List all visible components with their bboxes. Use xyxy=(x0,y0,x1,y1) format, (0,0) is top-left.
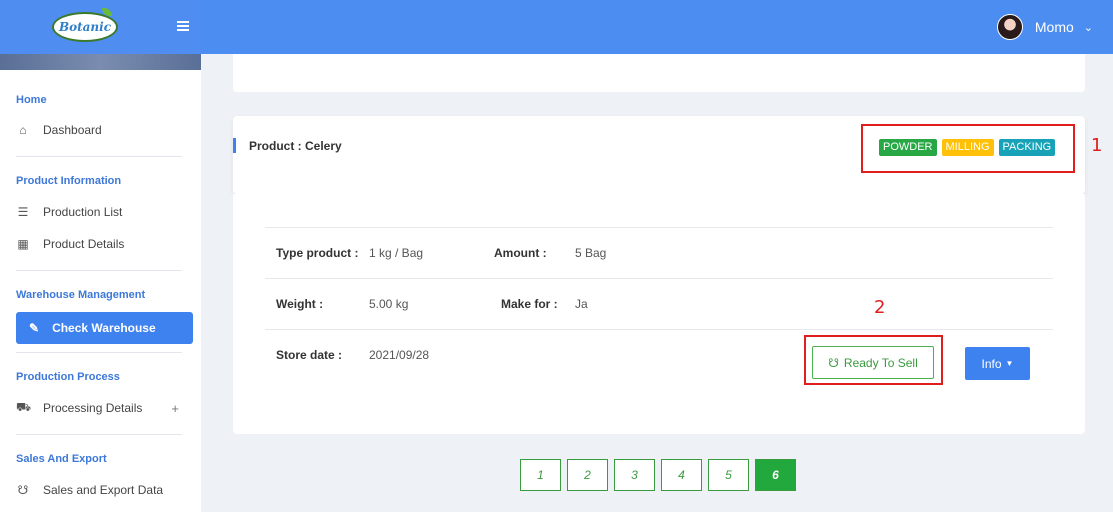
sidebar-item-product-details[interactable]: ▦ Product Details xyxy=(16,234,193,254)
section-title-sales-and-export: Sales And Export xyxy=(16,453,107,465)
home-icon: ⌂ xyxy=(19,123,27,137)
page-button-4[interactable]: 4 xyxy=(661,459,702,491)
divider xyxy=(16,156,182,157)
sidebar-item-label: Processing Details xyxy=(43,401,143,415)
row-divider xyxy=(265,329,1053,330)
expand-icon[interactable]: + xyxy=(171,401,179,416)
sidebar-item-sales-and-export-data[interactable]: ☋ Sales and Export Data xyxy=(16,480,193,500)
sidebar-item-check-warehouse[interactable]: ✎ Check Warehouse xyxy=(16,312,193,344)
section-title-home: Home xyxy=(16,94,47,106)
sidebar-banner xyxy=(0,54,201,70)
amount-label: Amount : xyxy=(494,246,547,260)
annotation-number-1: 1 xyxy=(1091,135,1103,156)
annotation-box-1 xyxy=(861,124,1075,173)
user-name: Momo xyxy=(1034,19,1074,35)
make-for-label: Make for : xyxy=(501,297,558,311)
weight-value: 5.00 kg xyxy=(369,297,409,311)
sidebar: Home ⌂ Dashboard Product Information ☰ P… xyxy=(0,54,201,512)
logo-text: Botanic xyxy=(58,20,112,34)
divider xyxy=(16,434,182,435)
row-divider xyxy=(265,227,1053,228)
grid-icon: ▦ xyxy=(17,237,29,251)
section-title-warehouse-management: Warehouse Management xyxy=(16,289,146,301)
type-product-value: 1 kg / Bag xyxy=(369,246,424,260)
product-details-card xyxy=(233,194,1085,434)
sidebar-item-label: Sales and Export Data xyxy=(43,483,164,497)
title-accent xyxy=(233,138,236,153)
leaf-icon xyxy=(102,8,112,16)
page-button-3[interactable]: 3 xyxy=(614,459,655,491)
list-icon: ☰ xyxy=(17,205,29,219)
make-for-value: Ja xyxy=(575,297,588,311)
previous-card xyxy=(233,54,1085,92)
hamburger-icon[interactable] xyxy=(177,21,189,31)
top-bar: Botanic Momo ⌄ xyxy=(0,0,1113,54)
store-date-label: Store date : xyxy=(276,348,343,362)
section-title-production-process: Production Process xyxy=(16,371,120,383)
divider xyxy=(16,352,182,353)
cart-icon: ☋ xyxy=(17,483,29,497)
sidebar-item-label: Dashboard xyxy=(43,123,102,137)
store-date-value: 2021/09/28 xyxy=(369,348,430,362)
page-button-1[interactable]: 1 xyxy=(520,459,561,491)
sidebar-item-production-list[interactable]: ☰ Production List xyxy=(16,202,193,222)
edit-icon: ✎ xyxy=(29,321,40,335)
amount-value: 5 Bag xyxy=(575,246,607,260)
sidebar-item-processing-details[interactable]: ⛟ Processing Details + xyxy=(16,398,193,418)
caret-down-icon: ▼ xyxy=(1005,359,1014,368)
weight-label: Weight : xyxy=(276,297,324,311)
info-label: Info xyxy=(981,356,1002,371)
pagination: 1 2 3 4 5 6 xyxy=(520,459,796,491)
row-divider xyxy=(265,278,1053,279)
page-button-6[interactable]: 6 xyxy=(755,459,796,491)
chevron-down-icon: ⌄ xyxy=(1083,21,1093,34)
annotation-number-2: 2 xyxy=(874,297,886,318)
brand-logo[interactable]: Botanic xyxy=(52,8,118,42)
sidebar-item-dashboard[interactable]: ⌂ Dashboard xyxy=(16,120,193,140)
divider xyxy=(16,270,182,271)
user-menu[interactable]: Momo ⌄ xyxy=(996,14,1093,40)
product-title: Product : Celery xyxy=(249,139,342,153)
info-dropdown-button[interactable]: Info ▼ xyxy=(965,347,1030,380)
avatar xyxy=(996,14,1023,40)
cart-icon: ☋ xyxy=(828,355,839,370)
section-title-product-information: Product Information xyxy=(16,175,122,187)
sidebar-item-label: Check Warehouse xyxy=(52,321,156,335)
sidebar-item-label: Production List xyxy=(43,205,123,219)
ready-to-sell-label: Ready To Sell xyxy=(843,355,918,370)
sidebar-item-label: Product Details xyxy=(43,237,125,251)
type-product-label: Type product : xyxy=(276,246,359,260)
page-button-2[interactable]: 2 xyxy=(567,459,608,491)
truck-icon: ⛟ xyxy=(16,400,32,414)
page-button-5[interactable]: 5 xyxy=(708,459,749,491)
ready-to-sell-button[interactable]: ☋ Ready To Sell xyxy=(812,346,934,379)
logo-area: Botanic xyxy=(0,0,201,54)
